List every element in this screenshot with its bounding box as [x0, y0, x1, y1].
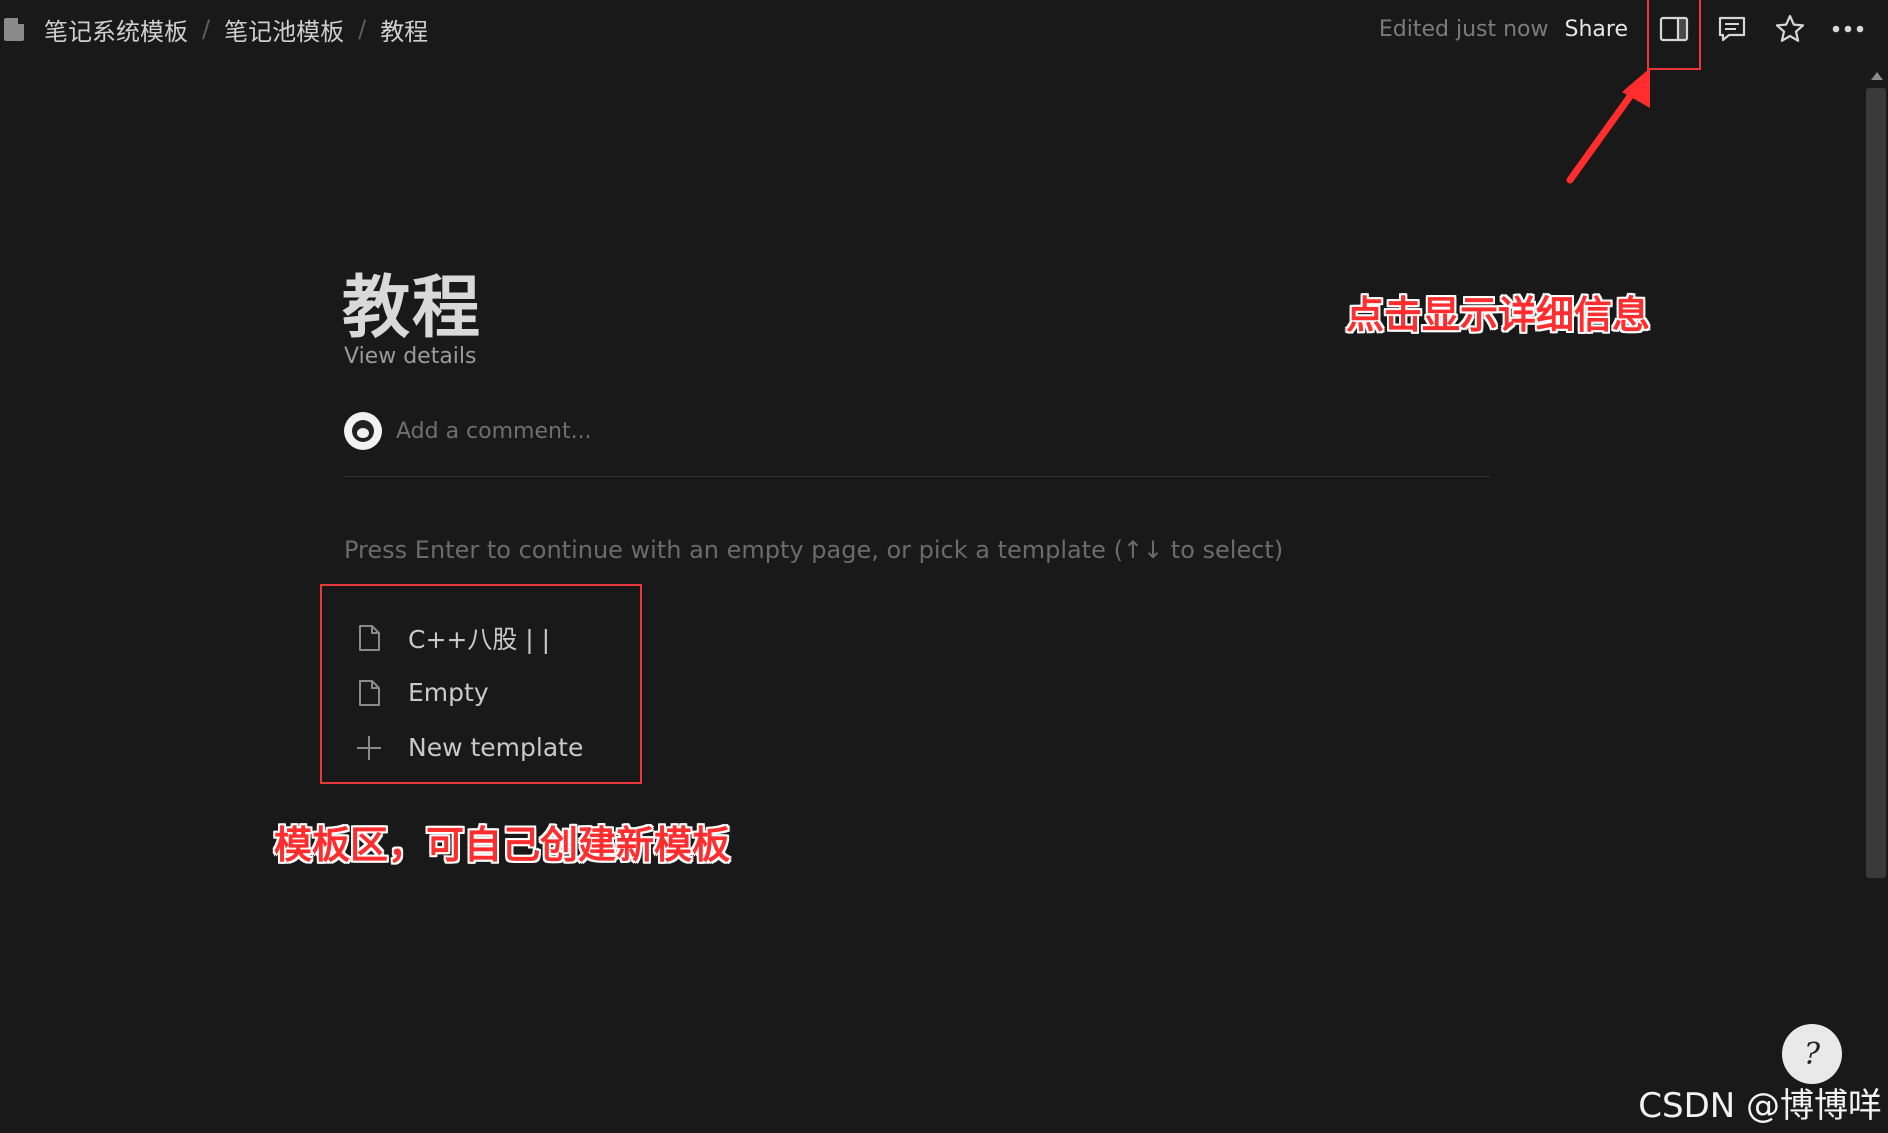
- breadcrumb-separator: /: [358, 15, 367, 43]
- watermark: CSDN @博博咩: [1638, 1086, 1882, 1126]
- star-icon: [1775, 14, 1805, 42]
- favorite-button[interactable]: [1766, 5, 1814, 53]
- page-icon: [4, 16, 26, 42]
- edited-status: Edited just now: [1378, 16, 1549, 42]
- annotation-arrow: [1566, 68, 1650, 184]
- template-prompt: Press Enter to continue with an empty pa…: [344, 536, 1284, 564]
- more-button[interactable]: [1824, 5, 1872, 53]
- help-icon: ?: [1803, 1036, 1821, 1072]
- breadcrumb-item-2[interactable]: 笔记池模板: [224, 12, 344, 47]
- toolbar: Edited just now Share: [1379, 0, 1888, 58]
- view-details-link[interactable]: View details: [344, 344, 477, 369]
- breadcrumb: 笔记系统模板 / 笔记池模板 / 教程: [0, 0, 428, 58]
- breadcrumb-item-1[interactable]: 笔记系统模板: [44, 12, 188, 47]
- breadcrumb-item-3[interactable]: 教程: [380, 12, 428, 47]
- comment-icon: [1718, 16, 1746, 42]
- top-bar: 笔记系统模板 / 笔记池模板 / 教程 Edited just now Shar…: [0, 0, 1888, 60]
- avatar: [344, 412, 382, 450]
- annotation-template-note: 模板区，可自己创建新模板: [274, 823, 731, 867]
- avatar-face-icon: [352, 420, 374, 442]
- comment-row: [344, 412, 996, 450]
- scrollbar-thumb[interactable]: [1866, 88, 1886, 878]
- page-title[interactable]: 教程: [342, 252, 482, 351]
- scroll-up-arrow[interactable]: [1871, 72, 1883, 80]
- annotation-details-note: 点击显示详细信息: [1346, 293, 1651, 337]
- highlight-template-area: [320, 584, 642, 784]
- share-button[interactable]: Share: [1565, 17, 1629, 42]
- comment-input[interactable]: [396, 418, 996, 444]
- help-button[interactable]: ?: [1782, 1024, 1842, 1084]
- comments-button[interactable]: [1708, 5, 1756, 53]
- divider: [344, 476, 1490, 477]
- breadcrumb-separator: /: [202, 15, 211, 43]
- highlight-panel-button: [1647, 0, 1701, 70]
- more-icon: [1832, 25, 1864, 33]
